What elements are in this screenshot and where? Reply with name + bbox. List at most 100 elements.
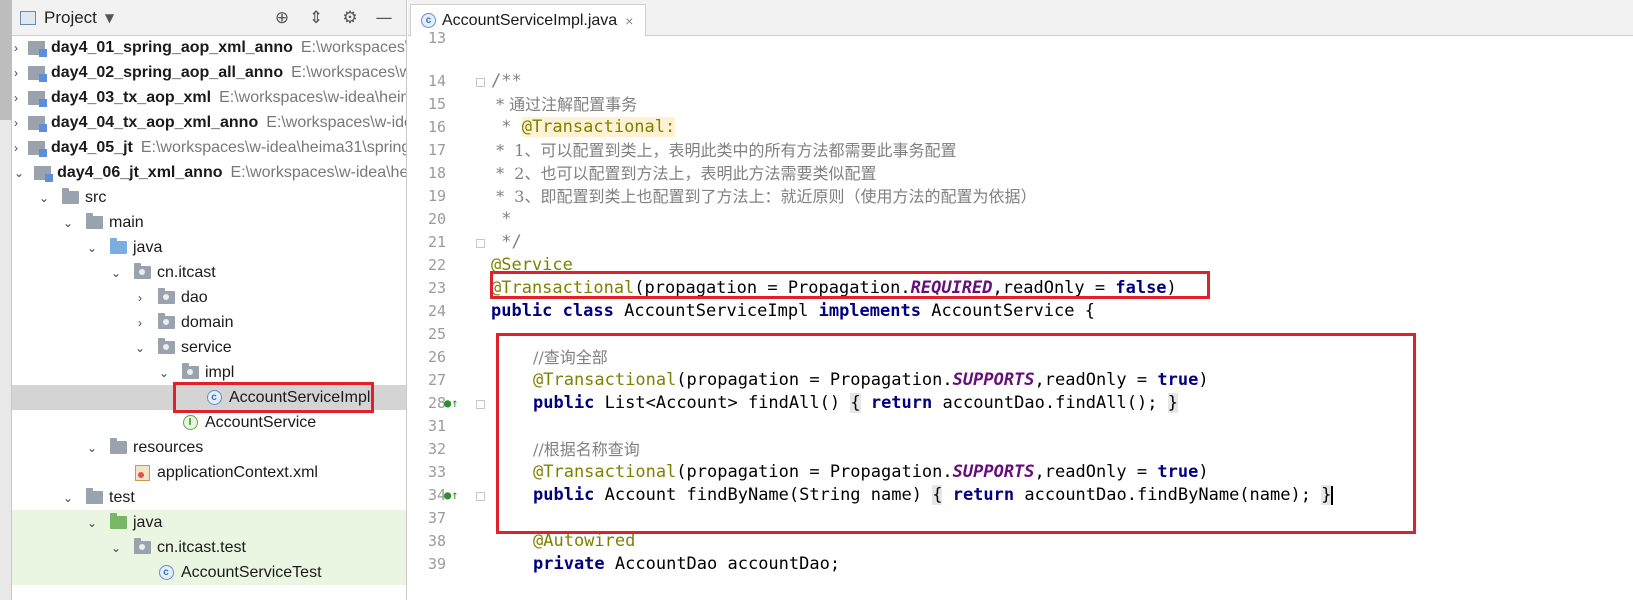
chevron-right-icon[interactable]: ›	[14, 41, 18, 55]
code-text: List<Account> findAll()	[604, 393, 841, 413]
tree-package[interactable]: › domain	[12, 310, 406, 335]
project-panel-title[interactable]: Project	[44, 8, 97, 28]
minimize-icon[interactable]: —	[374, 8, 394, 28]
editor-gutter: 13 14 15 16 17 18 19 20 21 22 23 24 25 2…	[408, 29, 486, 600]
override-marker-icon[interactable]: ●↑	[444, 484, 458, 507]
tree-item-label: dao	[181, 288, 208, 306]
chevron-right-icon[interactable]: ›	[14, 91, 18, 105]
folder-icon	[85, 488, 103, 504]
tree-folder-resources[interactable]: ⌄ resources	[12, 435, 406, 460]
tree-package[interactable]: › dao	[12, 285, 406, 310]
code-text: )	[1166, 278, 1177, 298]
tree-package[interactable]: ⌄ cn.itcast	[12, 260, 406, 285]
chevron-down-icon[interactable]: ⌄	[85, 441, 99, 455]
fold-icon[interactable]	[476, 400, 485, 409]
code-text: {	[850, 393, 861, 413]
tree-folder-main[interactable]: ⌄ main	[12, 210, 406, 235]
chevron-down-icon[interactable]: ⌄	[37, 191, 51, 205]
line-number: 38	[427, 532, 446, 550]
tree-file[interactable]: c AccountServiceTest	[12, 560, 406, 585]
annotation: @Autowired	[533, 531, 636, 551]
tree-file[interactable]: applicationContext.xml	[12, 460, 406, 485]
collapse-icon[interactable]: ⇕	[306, 8, 326, 28]
tree-folder-src[interactable]: ⌄ src	[12, 185, 406, 210]
chevron-right-icon[interactable]: ›	[14, 116, 18, 130]
module-icon	[34, 165, 54, 182]
code-line: /**	[491, 71, 522, 91]
code-line: @Autowired	[533, 530, 635, 553]
code-line: private AccountDao accountDao;	[533, 553, 840, 576]
code-line: * 通过注解配置事务	[491, 95, 638, 114]
fold-icon[interactable]	[476, 239, 485, 248]
chevron-down-icon[interactable]: ⌄	[109, 266, 123, 280]
tree-item-label: main	[109, 213, 144, 231]
source-folder-icon	[109, 238, 127, 254]
close-icon[interactable]: ×	[625, 13, 633, 29]
chevron-right-icon[interactable]: ›	[14, 66, 18, 80]
fold-icon[interactable]	[476, 492, 485, 501]
tree-item-label: day4_01_spring_aop_xml_anno	[51, 38, 293, 56]
line-number: 17	[427, 141, 446, 159]
chevron-down-icon[interactable]: ⌄	[133, 341, 147, 355]
keyword: public	[533, 485, 595, 505]
line-number: 19	[427, 187, 446, 205]
constant: REQUIRED	[910, 278, 993, 298]
chevron-down-icon[interactable]: ▼	[105, 11, 114, 25]
tree-item-label: day4_06_jt_xml_anno	[57, 163, 223, 181]
constant: SUPPORTS	[952, 462, 1035, 482]
tree-item-path: E:\workspaces\w-idea\heima31\spring	[219, 88, 406, 106]
chevron-right-icon[interactable]: ›	[14, 141, 18, 155]
module-icon	[28, 115, 47, 132]
tree-folder-java[interactable]: ⌄ java	[12, 235, 406, 260]
line-number: 25	[427, 325, 446, 343]
tree-file-selected[interactable]: c AccountServiceImpl	[12, 385, 406, 410]
fold-icon[interactable]	[476, 78, 485, 87]
line-number: 26	[427, 348, 446, 366]
tree-folder-test-java[interactable]: ⌄ java	[12, 510, 406, 535]
tree-module[interactable]: › day4_05_jt E:\workspaces\w-idea\heima31…	[12, 135, 406, 160]
gear-icon[interactable]: ⚙	[340, 8, 360, 28]
tree-module[interactable]: › day4_01_spring_aop_xml_anno E:\workspac…	[12, 35, 406, 60]
tree-module[interactable]: › day4_04_tx_aop_xml_anno E:\workspaces\w…	[12, 110, 406, 135]
keyword: public	[533, 393, 595, 413]
keyword: private	[533, 554, 605, 574]
line-number: 31	[427, 417, 446, 435]
tree-item-label: resources	[133, 438, 204, 456]
override-marker-icon[interactable]: ●↑	[444, 392, 458, 415]
tree-package[interactable]: ⌄ cn.itcast.test	[12, 535, 406, 560]
test-folder-icon	[109, 513, 127, 529]
tree-file[interactable]: I AccountService	[12, 410, 406, 435]
chevron-down-icon[interactable]: ⌄	[61, 491, 75, 505]
tree-item-label: AccountServiceImpl	[229, 388, 371, 406]
resources-folder-icon	[109, 438, 127, 454]
class-name: AccountServiceImpl	[624, 301, 809, 321]
project-strip-tab[interactable]	[0, 0, 12, 120]
tree-module[interactable]: ⌄ day4_06_jt_xml_anno E:\workspaces\w-ide…	[12, 160, 406, 185]
tree-folder-test[interactable]: ⌄ test	[12, 485, 406, 510]
line-number: 13	[427, 29, 446, 47]
chevron-right-icon[interactable]: ›	[133, 291, 147, 305]
chevron-down-icon[interactable]: ⌄	[85, 516, 99, 530]
chevron-down-icon[interactable]: ⌄	[61, 216, 75, 230]
tree-module[interactable]: › day4_02_spring_aop_all_anno E:\workspac…	[12, 60, 406, 85]
code-line: @Transactional(propagation = Propagation…	[533, 461, 1209, 484]
constant: SUPPORTS	[952, 370, 1035, 390]
project-icon	[20, 10, 36, 25]
chevron-down-icon[interactable]: ⌄	[85, 241, 99, 255]
chevron-right-icon[interactable]: ›	[133, 316, 147, 330]
line-number: 32	[427, 440, 446, 458]
tree-item-label: src	[85, 188, 107, 206]
project-panel-header: Project ▼ ⊕ ⇕ ⚙ —	[12, 0, 406, 36]
chevron-down-icon[interactable]: ⌄	[109, 541, 123, 555]
tree-module[interactable]: › day4_03_tx_aop_xml E:\workspaces\w-idea…	[12, 85, 406, 110]
tree-item-label: AccountService	[205, 413, 317, 431]
chevron-down-icon[interactable]: ⌄	[14, 166, 24, 180]
tree-package[interactable]: ⌄ service	[12, 335, 406, 360]
tree-package[interactable]: ⌄ impl	[12, 360, 406, 385]
line-number: 37	[427, 509, 446, 527]
tree-item-label: java	[133, 238, 163, 256]
package-icon	[133, 263, 151, 279]
chevron-down-icon[interactable]: ⌄	[157, 366, 171, 380]
crosshair-icon[interactable]: ⊕	[272, 8, 292, 28]
tab-label: AccountServiceImpl.java	[442, 11, 618, 29]
